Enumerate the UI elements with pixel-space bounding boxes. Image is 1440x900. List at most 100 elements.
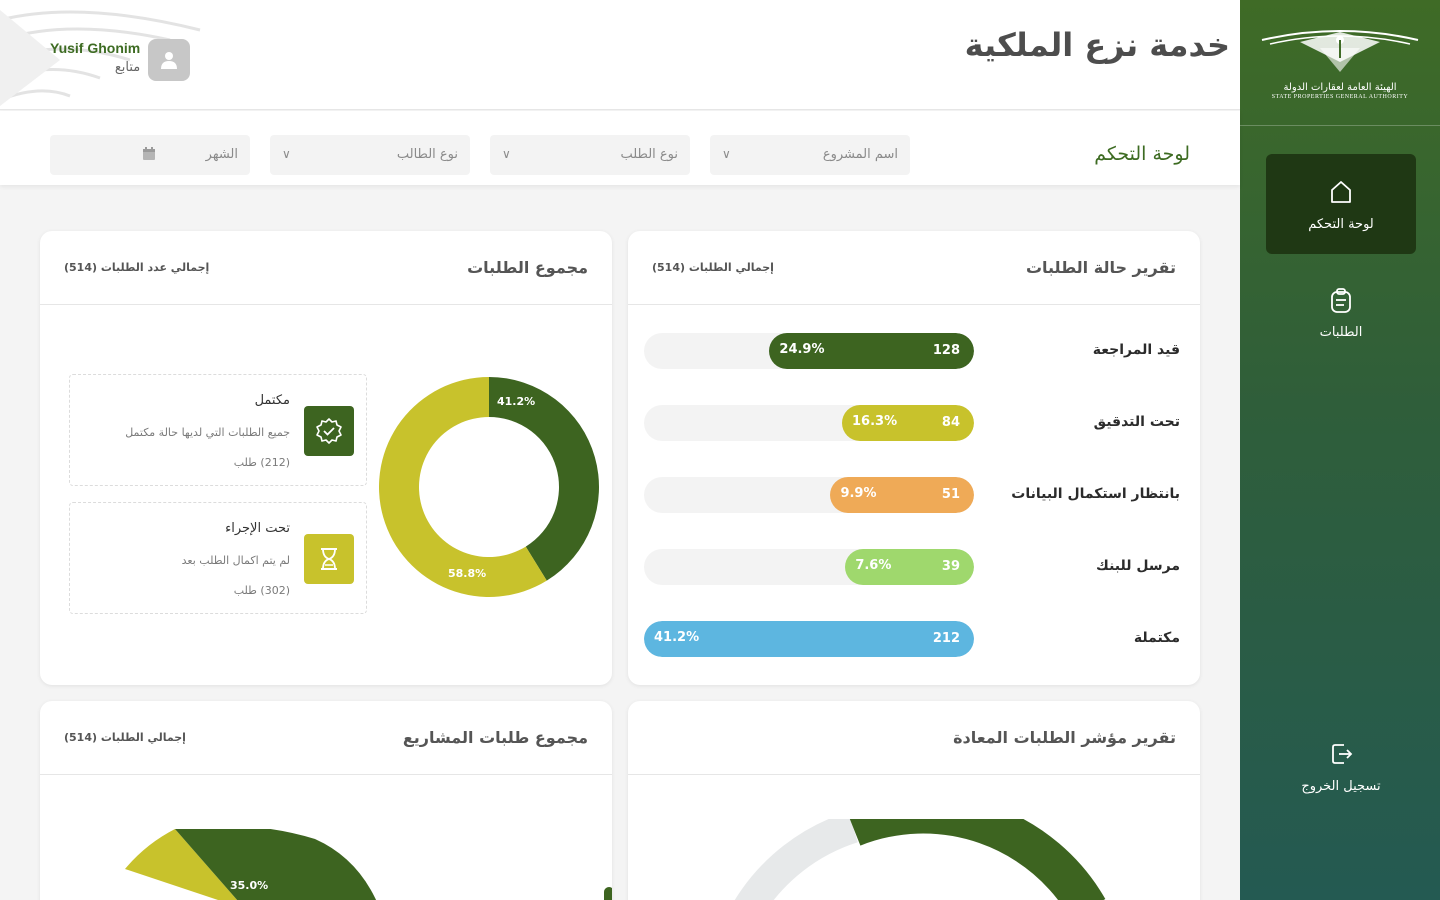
status-count: 51 [941,487,960,502]
card-header: مجموع طلبات المشاريع إجمالي الطلبات (514… [40,701,612,775]
legend-marker [604,887,612,900]
legend-complete: مكتمل جميع الطلبات التي لديها حالة مكتمل… [69,374,367,486]
user-info: Yusif Ghonim متابع [50,40,140,75]
authority-logo: الهيئة العامة لعقارات الدولة STATE PROPE… [1240,0,1440,126]
projects-total-card: مجموع طلبات المشاريع إجمالي الطلبات (514… [40,701,612,900]
logo-english-text: STATE PROPERTIES GENERAL AUTHORITY [1271,93,1409,100]
status-percent: 24.9% [779,342,825,357]
legend-title: مكتمل [254,393,290,408]
chevron-down-icon: ∨ [722,147,731,161]
status-row: 9.9% 51 بانتظار استكمال البيانات [644,477,1184,513]
status-percent: 9.9% [840,486,877,501]
gauge-track [734,819,859,900]
returned-report-card: تقرير مؤشر الطلبات المعادة [628,701,1200,900]
card-title: مجموع الطلبات [467,258,588,277]
chevron-down-icon: ∨ [502,147,511,161]
status-bar-track: 7.6% 39 [644,549,974,585]
verified-badge-icon [316,418,342,444]
status-bar-fill: 9.9% 51 [830,477,974,513]
card-title: مجموع طلبات المشاريع [402,728,588,747]
select-label: نوع الطالب [396,147,458,162]
status-count: 212 [932,631,960,646]
status-row: 41.2% 212 مكتملة [644,621,1184,657]
donut-label-complete: 41.2% [497,395,536,408]
sidebar-item-label: الطلبات [1319,324,1363,340]
status-count: 84 [941,415,960,430]
card-subtitle: إجمالي الطلبات (514) [652,261,774,274]
status-bar-fill: 7.6% 39 [845,549,974,585]
logout-icon [1332,743,1353,764]
legend-count: (302) طلب [233,584,290,597]
filter-bar: لوحة التحكم اسم المشروع ∨ نوع الطلب ∨ نو… [0,111,1240,185]
applicant-type-select[interactable]: نوع الطالب ∨ [270,135,470,175]
legend-count: (212) طلب [233,456,290,469]
requests-total-card: مجموع الطلبات إجمالي عدد الطلبات (514) 4… [40,231,612,685]
status-count: 39 [941,559,960,574]
card-header: تقرير مؤشر الطلبات المعادة [628,701,1200,775]
status-name: تحت التدقيق [1093,414,1180,430]
legend-description: جميع الطلبات التي لديها حالة مكتمل [125,426,290,439]
user-name: Yusif Ghonim [50,40,141,56]
status-bar-fill: 24.9% 128 [769,333,974,369]
calendar-icon [143,147,155,160]
logo-arabic-text: الهيئة العامة لعقارات الدولة [1283,81,1397,93]
status-bar-track: 16.3% 84 [644,405,974,441]
card-subtitle: إجمالي الطلبات (514) [64,731,186,744]
chevron-down-icon: ∨ [282,147,291,161]
legend-description: لم يتم اكمال الطلب بعد [181,554,290,567]
status-percent: 41.2% [654,630,700,645]
status-bar-fill: 16.3% 84 [842,405,974,441]
palm-logo-icon [1261,29,1419,72]
sidebar: الهيئة العامة لعقارات الدولة STATE PROPE… [1240,0,1440,900]
user-icon [161,52,177,69]
status-name: مكتملة [1133,630,1180,646]
legend-title: تحت الإجراء [225,521,290,536]
status-bar-fill: 41.2% 212 [644,621,974,657]
dashboard-heading: لوحة التحكم [1094,143,1190,165]
month-picker[interactable]: الشهر [50,135,250,175]
card-title: تقرير حالة الطلبات [1025,258,1176,277]
gauge-fill [849,819,1106,900]
home-icon [1331,180,1351,203]
returned-gauge-chart [734,819,1106,900]
select-label: نوع الطلب [620,147,678,162]
card-title: تقرير مؤشر الطلبات المعادة [953,728,1176,747]
status-name: بانتظار استكمال البيانات [1011,486,1180,502]
status-bar-track: 41.2% 212 [644,621,974,657]
status-percent: 7.6% [855,558,892,573]
status-name: قيد المراجعة [1092,342,1180,358]
requests-donut-chart [379,377,599,597]
avatar[interactable] [148,39,190,81]
hourglass-icon [321,548,337,570]
user-role: متابع [114,60,141,75]
sidebar-item-dashboard[interactable]: لوحة التحكم [1266,154,1416,254]
legend-icon-box [304,534,354,584]
status-row: 24.9% 128 قيد المراجعة [644,333,1184,369]
legend-in-progress: تحت الإجراء لم يتم اكمال الطلب بعد (302)… [69,502,367,614]
card-header: تقرير حالة الطلبات إجمالي الطلبات (514) [628,231,1200,305]
sidebar-item-label: تسجيل الخروج [1301,778,1381,794]
sidebar-item-logout[interactable]: تسجيل الخروج [1266,716,1416,816]
card-subtitle: إجمالي عدد الطلبات (514) [64,261,210,274]
select-label: اسم المشروع [822,147,898,162]
request-type-select[interactable]: نوع الطلب ∨ [490,135,690,175]
project-select[interactable]: اسم المشروع ∨ [710,135,910,175]
status-row: 7.6% 39 مرسل للبنك [644,549,1184,585]
select-label: الشهر [205,147,238,162]
legend-icon-box [304,406,354,456]
pie-label: 35.0% [230,879,269,892]
status-row: 16.3% 84 تحت التدقيق [644,405,1184,441]
page-title: خدمة نزع الملكية [964,26,1230,64]
sidebar-item-label: لوحة التحكم [1308,216,1374,232]
status-percent: 16.3% [852,414,898,429]
top-header: Yusif Ghonim متابع خدمة نزع الملكية [0,0,1240,110]
card-header: مجموع الطلبات إجمالي عدد الطلبات (514) [40,231,612,305]
donut-label-in-progress: 58.8% [448,567,487,580]
status-name: مرسل للبنك [1096,558,1180,574]
sidebar-item-requests[interactable]: الطلبات [1266,262,1416,362]
status-report-card: تقرير حالة الطلبات إجمالي الطلبات (514) … [628,231,1200,685]
status-count: 128 [932,343,960,358]
clipboard-icon [1331,287,1351,313]
status-bar-track: 24.9% 128 [644,333,974,369]
status-bar-track: 9.9% 51 [644,477,974,513]
